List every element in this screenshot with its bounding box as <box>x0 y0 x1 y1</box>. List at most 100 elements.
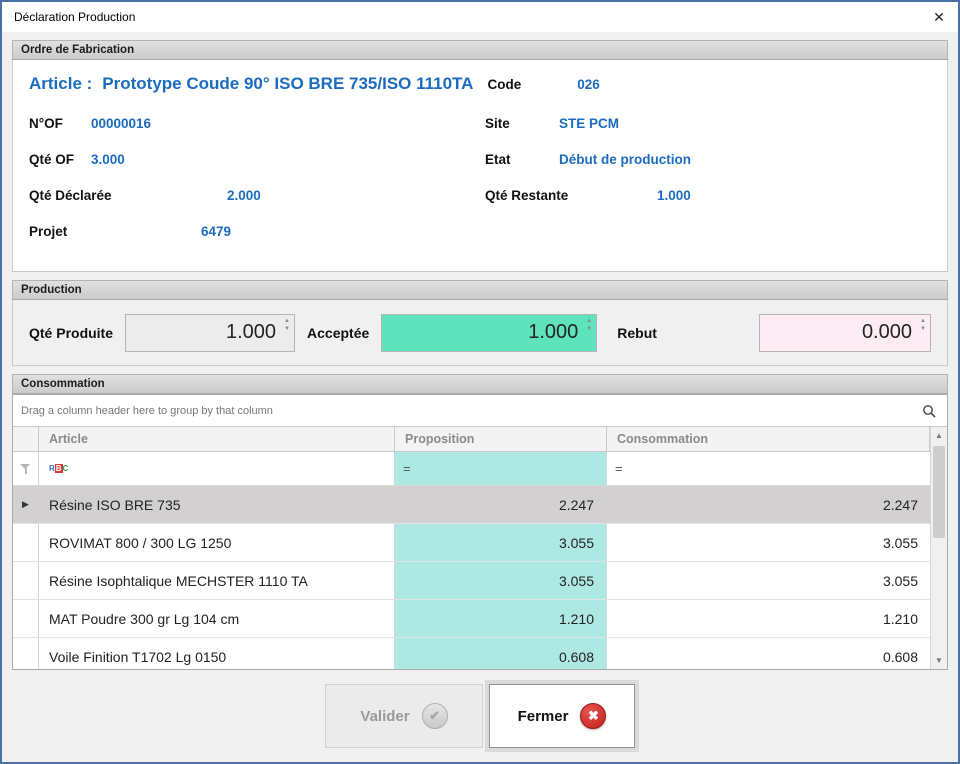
filter-operator: = <box>615 461 623 476</box>
row-indicator <box>13 600 39 637</box>
qte-restante-label: Qté Restante <box>485 188 657 203</box>
code-label: Code <box>487 77 521 92</box>
row-indicator <box>13 562 39 599</box>
cell-article[interactable]: ROVIMAT 800 / 300 LG 1250 <box>39 524 395 561</box>
row-indicator <box>13 524 39 561</box>
projet-pair: Projet 6479 <box>29 224 475 239</box>
close-cross-icon: ✖ <box>580 703 606 729</box>
rebut-input[interactable]: 0.000 ▲ ▼ <box>759 314 931 352</box>
cell-consommation[interactable]: 3.055 <box>607 562 930 599</box>
group-by-panel[interactable]: Drag a column header here to group by th… <box>13 395 947 427</box>
qte-of-pair: Qté OF 3.000 <box>29 152 475 167</box>
etat-value: Début de production <box>559 152 691 167</box>
cell-proposition[interactable]: 1.210 <box>395 600 607 637</box>
footer-bar: Valider ✔ Fermer ✖ <box>12 670 948 762</box>
of-info-grid: N°OF 00000016 Site STE PCM Qté OF 3.000 … <box>29 116 931 239</box>
qte-restante-value: 1.000 <box>657 188 691 203</box>
filter-cell-consommation[interactable]: = <box>607 452 930 485</box>
filter-cell-article[interactable]: RBC <box>39 452 395 485</box>
scrollbar-track[interactable] <box>931 444 947 652</box>
cell-proposition[interactable]: 2.247 <box>395 486 607 523</box>
qte-of-label: Qté OF <box>29 152 91 167</box>
check-icon: ✔ <box>422 703 448 729</box>
qte-declaree-pair: Qté Déclarée 2.000 <box>29 188 475 203</box>
section-header-ordre-fabrication: Ordre de Fabrication <box>12 40 948 60</box>
spinner-up-icon[interactable]: ▲ <box>584 318 594 324</box>
consommation-grid: Drag a column header here to group by th… <box>12 394 948 670</box>
section-header-production: Production <box>12 280 948 300</box>
cell-proposition[interactable]: 3.055 <box>395 524 607 561</box>
qte-declaree-label: Qté Déclarée <box>29 188 227 203</box>
etat-pair: Etat Début de production <box>485 152 931 167</box>
acceptee-spinner: ▲ ▼ <box>584 318 594 332</box>
declaration-production-dialog: Déclaration Production ✕ Ordre de Fabric… <box>0 0 960 764</box>
nof-label: N°OF <box>29 116 91 131</box>
section-title-consommation: Consommation <box>21 378 105 390</box>
section-title-ordre: Ordre de Fabrication <box>21 44 134 56</box>
acceptee-label: Acceptée <box>307 325 369 341</box>
column-header-row: Article Proposition Consommation <box>13 427 930 452</box>
qte-produite-input[interactable]: 1.000 ▲ ▼ <box>125 314 295 352</box>
nof-pair: N°OF 00000016 <box>29 116 475 131</box>
column-header-consommation[interactable]: Consommation <box>607 427 930 451</box>
acceptee-input[interactable]: 1.000 ▲ ▼ <box>381 314 597 352</box>
cell-consommation[interactable]: 0.608 <box>607 638 930 669</box>
row-indicator <box>13 638 39 669</box>
column-header-article[interactable]: Article <box>39 427 395 451</box>
qte-produite-spinner: ▲ ▼ <box>282 318 292 332</box>
cell-consommation[interactable]: 3.055 <box>607 524 930 561</box>
cell-article[interactable]: MAT Poudre 300 gr Lg 104 cm <box>39 600 395 637</box>
filter-operator: = <box>403 461 411 476</box>
group-by-text: Drag a column header here to group by th… <box>21 405 273 417</box>
etat-label: Etat <box>485 152 559 167</box>
cell-proposition[interactable]: 3.055 <box>395 562 607 599</box>
site-label: Site <box>485 116 559 131</box>
consommation-section: Consommation Drag a column header here t… <box>12 374 948 670</box>
table-row[interactable]: MAT Poudre 300 gr Lg 104 cm 1.210 1.210 <box>13 600 930 638</box>
rebut-value: 0.000 <box>862 321 912 344</box>
abc-filter-icon: RBC <box>49 464 68 474</box>
abc-letter-b: B <box>55 464 63 473</box>
window-title: Déclaration Production <box>14 10 135 24</box>
close-icon[interactable]: ✕ <box>924 4 954 30</box>
cell-article[interactable]: Voile Finition T1702 Lg 0150 <box>39 638 395 669</box>
scrollbar-thumb[interactable] <box>933 446 945 538</box>
row-indicator: ▶ <box>13 486 39 523</box>
grid-body: Article Proposition Consommation RBC <box>13 427 947 669</box>
cell-consommation[interactable]: 1.210 <box>607 600 930 637</box>
row-arrow-icon: ▶ <box>22 499 29 510</box>
cell-article[interactable]: Résine Isophtalique MECHSTER 1110 TA <box>39 562 395 599</box>
cell-proposition[interactable]: 0.608 <box>395 638 607 669</box>
spinner-up-icon[interactable]: ▲ <box>918 318 928 324</box>
scroll-up-icon[interactable]: ▲ <box>931 427 947 444</box>
dialog-content: Ordre de Fabrication Article : Prototype… <box>2 32 958 762</box>
acceptee-value: 1.000 <box>528 321 578 344</box>
rebut-spinner: ▲ ▼ <box>918 318 928 332</box>
filter-cell-proposition[interactable]: = <box>395 452 607 485</box>
table-row[interactable]: Résine Isophtalique MECHSTER 1110 TA 3.0… <box>13 562 930 600</box>
article-label: Article : <box>29 74 92 94</box>
table-row[interactable]: Voile Finition T1702 Lg 0150 0.608 0.608 <box>13 638 930 669</box>
vertical-scrollbar[interactable]: ▲ ▼ <box>930 427 947 669</box>
article-line: Article : Prototype Coude 90° ISO BRE 73… <box>29 74 931 94</box>
article-value: Prototype Coude 90° ISO BRE 735/ISO 1110… <box>102 74 473 94</box>
qte-produite-label: Qté Produite <box>29 325 113 341</box>
scroll-down-icon[interactable]: ▼ <box>931 652 947 669</box>
spinner-down-icon[interactable]: ▼ <box>282 326 292 332</box>
fermer-button[interactable]: Fermer ✖ <box>489 684 635 748</box>
projet-value: 6479 <box>201 224 231 239</box>
spinner-down-icon[interactable]: ▼ <box>584 326 594 332</box>
qte-of-value: 3.000 <box>91 152 125 167</box>
table-row[interactable]: ROVIMAT 800 / 300 LG 1250 3.055 3.055 <box>13 524 930 562</box>
search-icon[interactable] <box>919 401 939 421</box>
empty-cell <box>485 224 931 239</box>
ordre-fabrication-panel: Article : Prototype Coude 90° ISO BRE 73… <box>12 60 948 272</box>
cell-article[interactable]: Résine ISO BRE 735 <box>39 486 395 523</box>
valider-button[interactable]: Valider ✔ <box>325 684 483 748</box>
spinner-down-icon[interactable]: ▼ <box>918 326 928 332</box>
spinner-up-icon[interactable]: ▲ <box>282 318 292 324</box>
site-pair: Site STE PCM <box>485 116 931 131</box>
column-header-proposition[interactable]: Proposition <box>395 427 607 451</box>
cell-consommation[interactable]: 2.247 <box>607 486 930 523</box>
table-row[interactable]: ▶ Résine ISO BRE 735 2.247 2.247 <box>13 486 930 524</box>
